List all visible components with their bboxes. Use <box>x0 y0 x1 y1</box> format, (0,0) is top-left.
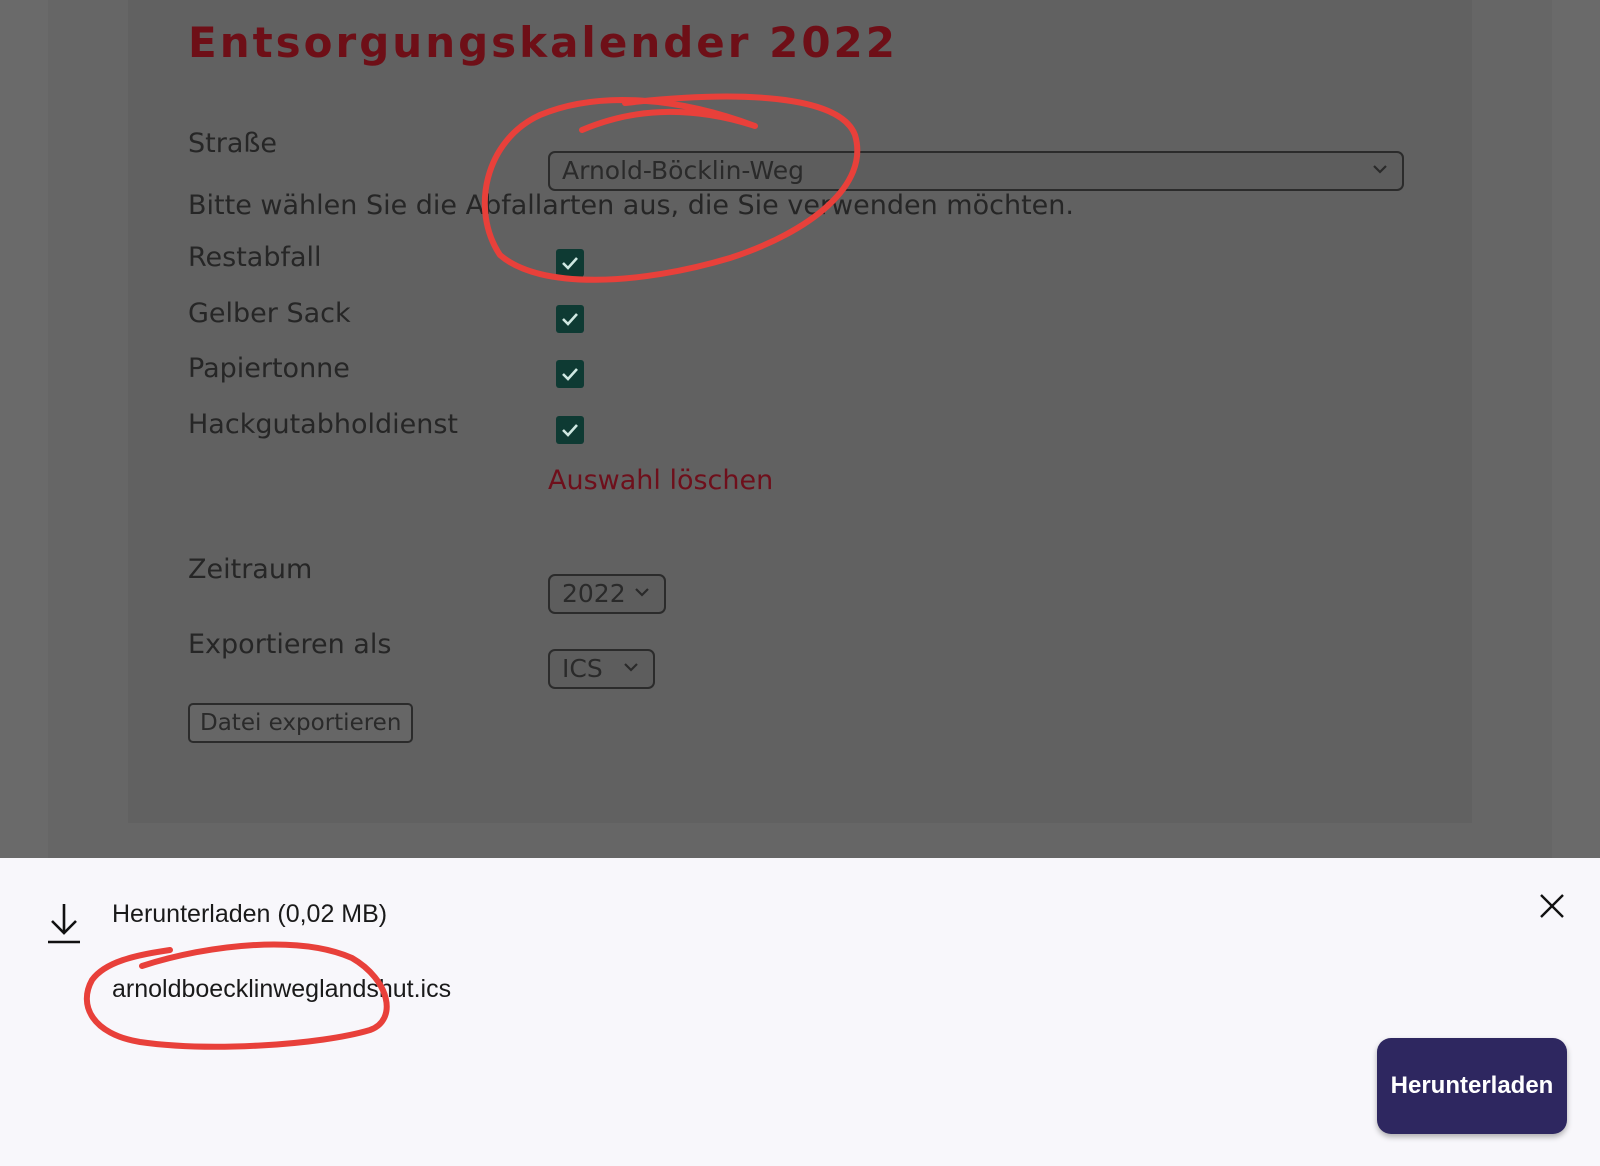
checkbox-gelber-sack[interactable] <box>556 305 584 333</box>
export-format-label: Exportieren als <box>188 629 392 660</box>
period-label: Zeitraum <box>188 554 313 585</box>
download-filename: arnoldboecklinweglandshut.ics <box>112 975 452 1003</box>
period-select-value: 2022 <box>562 579 626 608</box>
waste-type-label-papiertonne: Papiertonne <box>188 353 350 384</box>
clear-selection-link[interactable]: Auswahl löschen <box>548 465 773 496</box>
chevron-down-icon <box>635 588 649 597</box>
street-select[interactable]: Arnold-Böcklin-Weg <box>548 151 1404 191</box>
checkbox-hackgutabholdienst[interactable] <box>556 416 584 444</box>
waste-type-label-hackgutabholdienst: Hackgutabholdienst <box>188 409 458 440</box>
download-button[interactable]: Herunterladen <box>1377 1038 1567 1134</box>
export-file-button[interactable]: Datei exportieren <box>188 703 414 743</box>
download-title: Herunterladen (0,02 MB) <box>112 900 388 928</box>
export-format-select[interactable]: ICS <box>548 649 655 689</box>
waste-type-label-gelber-sack: Gelber Sack <box>188 298 351 329</box>
street-label: Straße <box>188 128 277 159</box>
export-format-value: ICS <box>562 654 603 683</box>
download-icon <box>48 904 80 944</box>
chevron-down-icon <box>1373 165 1387 174</box>
check-icon <box>562 424 578 437</box>
check-icon <box>562 257 578 270</box>
waste-type-instruction: Bitte wählen Sie die Abfallarten aus, di… <box>188 190 1074 221</box>
page-title: Entsorgungskalender 2022 <box>188 18 898 67</box>
period-select[interactable]: 2022 <box>548 574 666 614</box>
check-icon <box>562 368 578 381</box>
street-select-value: Arnold-Böcklin-Weg <box>562 156 804 185</box>
checkbox-papiertonne[interactable] <box>556 360 584 388</box>
waste-type-label-restabfall: Restabfall <box>188 242 322 273</box>
checkbox-restabfall[interactable] <box>556 249 584 277</box>
chevron-down-icon <box>624 663 638 672</box>
close-icon[interactable] <box>1538 892 1566 920</box>
check-icon <box>562 313 578 326</box>
